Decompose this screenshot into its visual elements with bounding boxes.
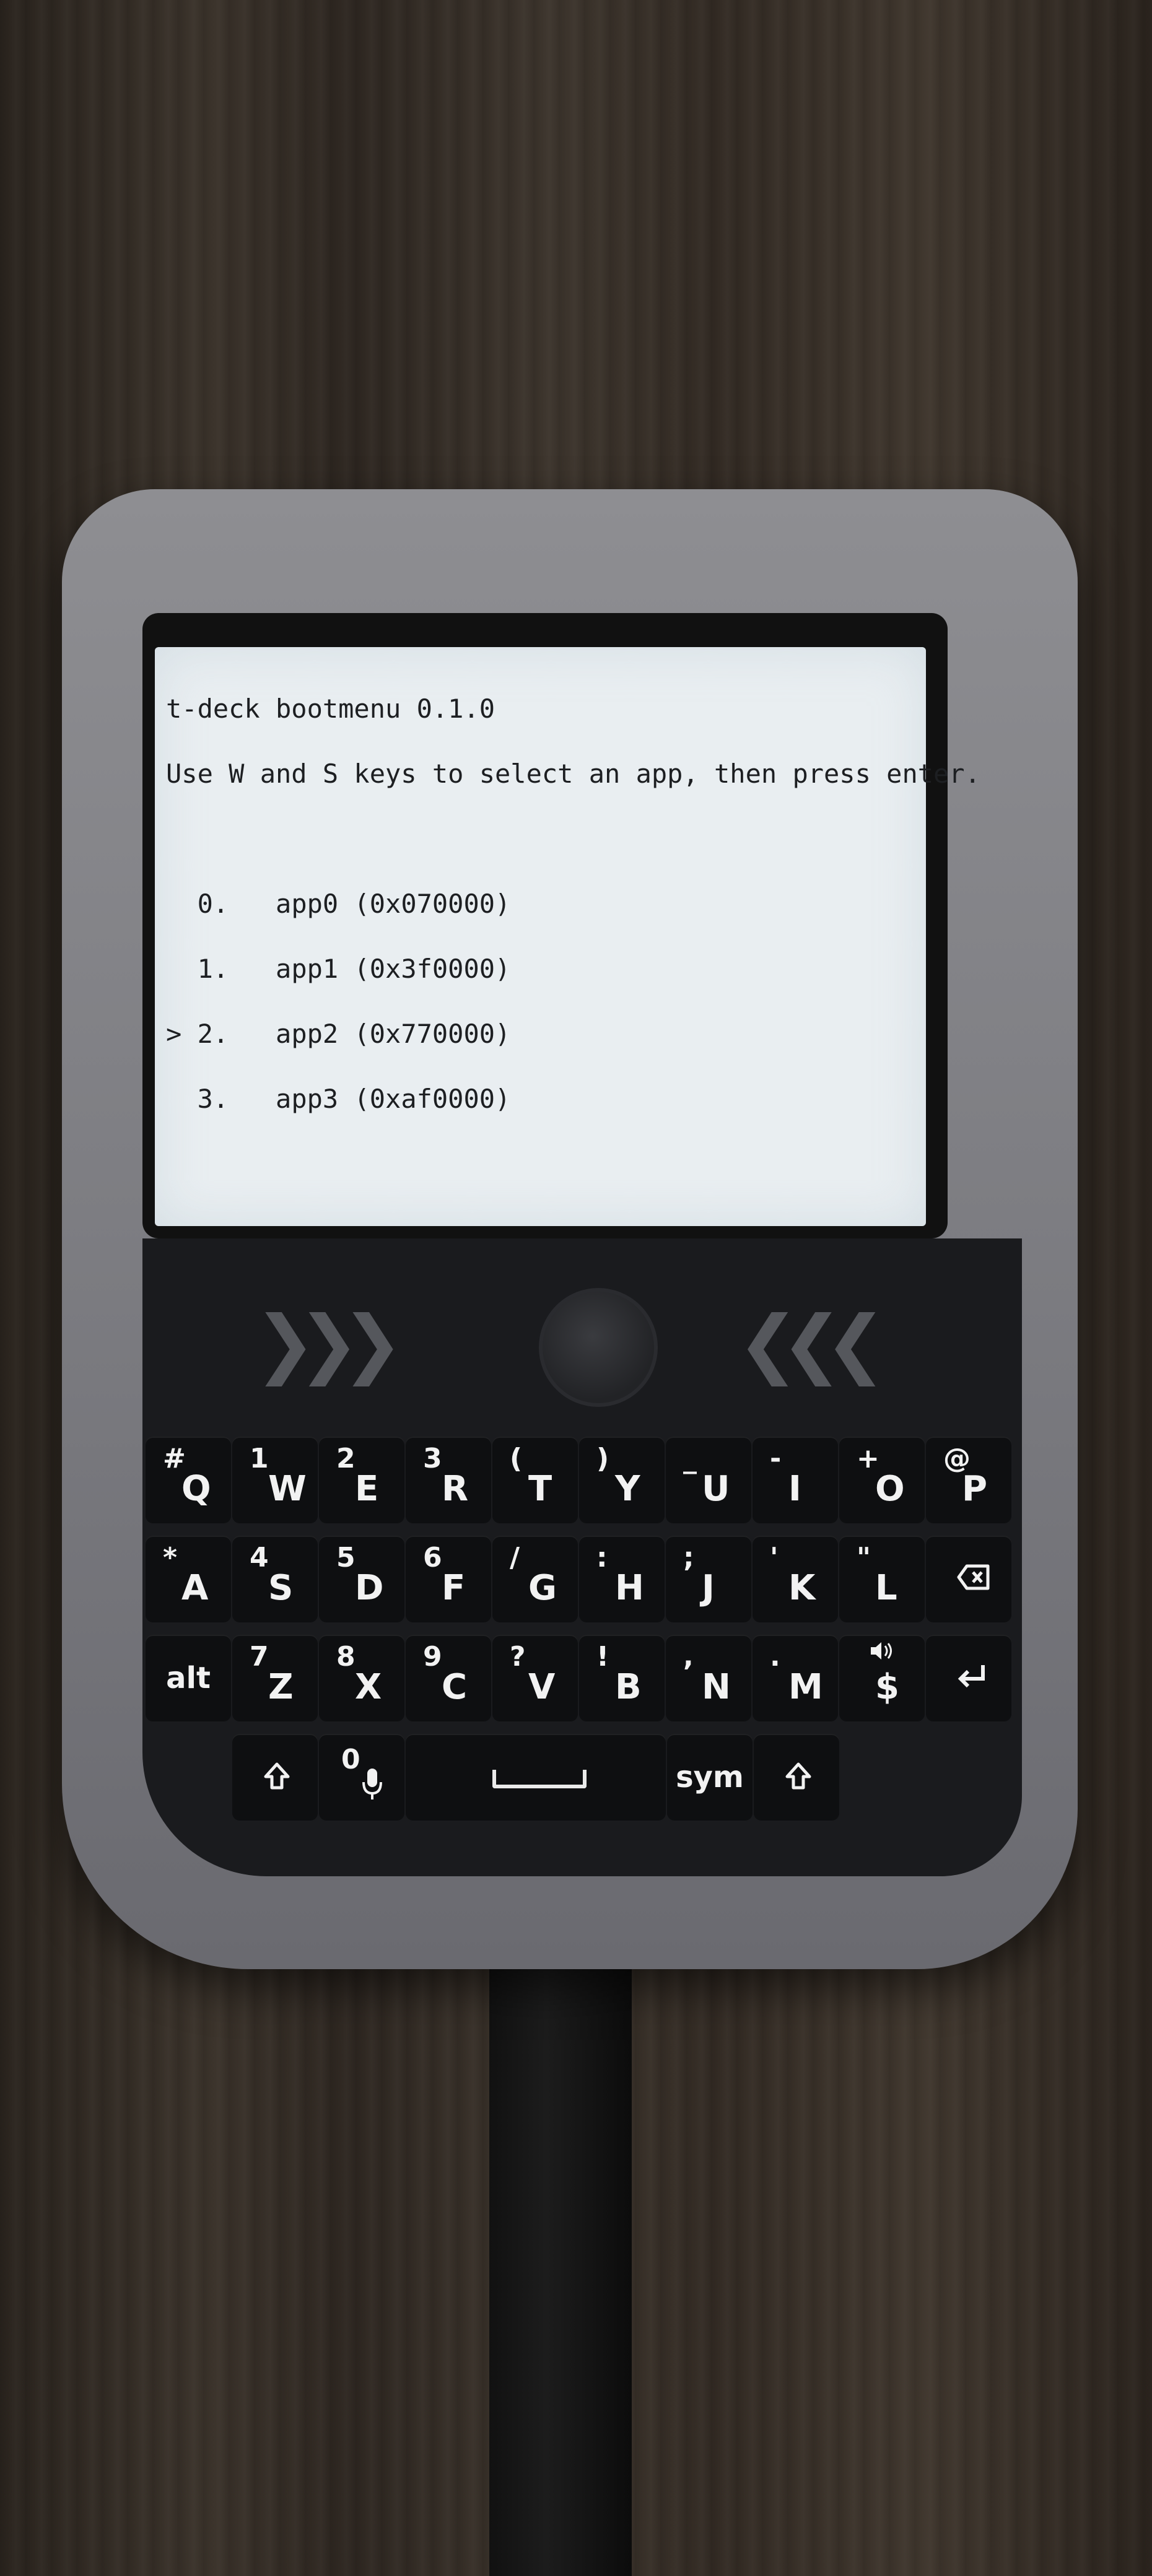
keyboard-row-4: 0 sym [232,1734,840,1827]
key-w[interactable]: 1W [232,1437,318,1523]
key-d[interactable]: 5D [319,1536,404,1622]
key-l[interactable]: " L [839,1536,925,1622]
boot-instructions: Use W and S keys to select an app, then … [166,759,980,789]
key-r[interactable]: 3R [406,1437,491,1523]
backspace-icon [957,1564,990,1590]
key-sym[interactable]: sym [667,1734,753,1821]
key-j[interactable]: ; J [666,1536,751,1622]
speaker-icon [871,1642,892,1660]
key-shift-right[interactable] [754,1734,839,1821]
key-k[interactable]: ' K [753,1536,838,1622]
key-e[interactable]: 2E [319,1437,404,1523]
device-screen: t-deck bootmenu 0.1.0 Use W and S keys t… [155,647,980,1226]
keyboard-row-1: # Q 1W 2E 3R (T ) Y _ U -I + O @ P [146,1437,1013,1530]
chevrons-right-icon: ❯❯❯ [254,1300,404,1386]
key-n[interactable]: ,N [666,1635,751,1721]
key-c[interactable]: 9C [406,1635,491,1721]
key-space[interactable] [406,1734,666,1821]
key-o[interactable]: + O [839,1437,925,1523]
key-m[interactable]: .M [753,1635,838,1721]
enter-icon [958,1665,985,1688]
key-alt[interactable]: alt [146,1635,231,1721]
menu-item[interactable]: 0. app0 (0x070000) [166,891,980,917]
menu-item[interactable]: 1. app1 (0x3f0000) [166,956,980,982]
selection-cursor: > [166,1019,182,1049]
key-z[interactable]: 7Z [232,1635,318,1721]
key-a[interactable]: * A [146,1536,231,1622]
keyboard-row-2: * A 4S 5D 6F / G :H ; J ' K " L [146,1536,1013,1629]
key-zero-mic[interactable]: 0 [319,1734,404,1821]
key-f[interactable]: 6F [406,1536,491,1622]
boot-title: t-deck bootmenu 0.1.0 [166,694,495,724]
keyboard-row-3: alt 7Z 8X 9C ? V ! B ,N .M $ [146,1635,1013,1728]
key-q[interactable]: # Q [146,1437,231,1523]
key-p[interactable]: @ P [926,1437,1011,1523]
menu-item-selected[interactable]: > 2. app2 (0x770000) [166,1021,980,1047]
menu-item[interactable]: 3. app3 (0xaf0000) [166,1086,980,1112]
usb-cable [489,1944,632,2576]
chevrons-left-icon: ❮❮❮ [737,1300,887,1386]
key-backspace[interactable] [926,1536,1011,1622]
key-u[interactable]: _ U [666,1437,751,1523]
key-i[interactable]: -I [753,1437,838,1523]
key-x[interactable]: 8X [319,1635,404,1721]
key-y[interactable]: ) Y [579,1437,665,1523]
shift-icon [785,1762,811,1790]
key-v[interactable]: ? V [492,1635,578,1721]
boot-menu-text: t-deck bootmenu 0.1.0 Use W and S keys t… [166,655,980,1153]
shift-icon [264,1762,290,1790]
key-h[interactable]: :H [579,1536,665,1622]
key-b[interactable]: ! B [579,1635,665,1721]
key-g[interactable]: / G [492,1536,578,1622]
key-s[interactable]: 4S [232,1536,318,1622]
key-t[interactable]: (T [492,1437,578,1523]
microphone-icon [362,1769,382,1799]
key-shift-left[interactable] [232,1734,318,1821]
nav-strip: ❯❯❯ ❮❮❮ [142,1245,1010,1430]
key-enter[interactable] [926,1635,1011,1721]
space-icon [492,1770,587,1788]
trackball[interactable] [539,1288,658,1407]
key-dollar[interactable]: $ [839,1635,925,1721]
